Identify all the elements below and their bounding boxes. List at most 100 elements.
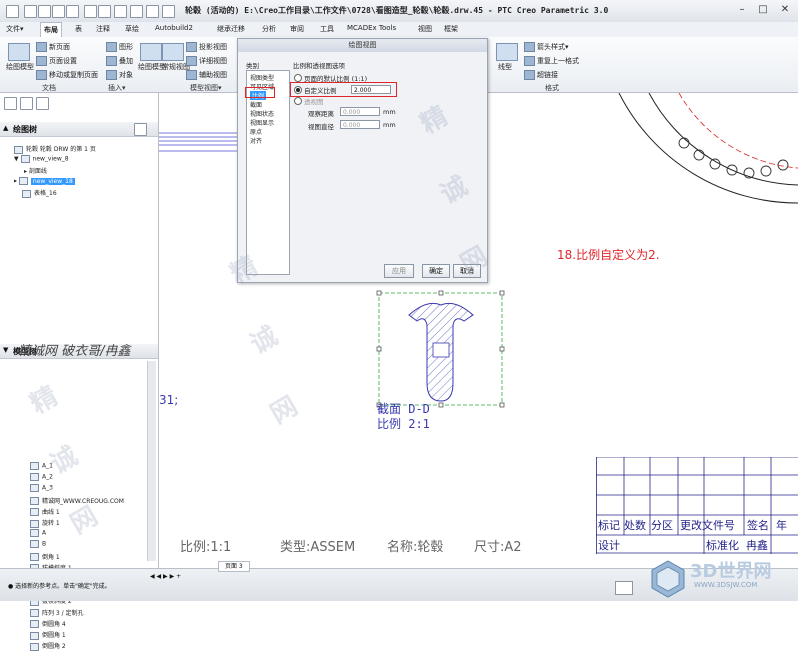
hyperlink-button[interactable]: 超链接 [524, 70, 558, 80]
model-tree-item-label: 曲线 1 [42, 508, 60, 516]
format-group-label: 格式 [545, 84, 559, 92]
auxiliary-view-button[interactable]: 辅助视图 [186, 70, 227, 80]
page-setup-button[interactable]: 页面设置 [36, 56, 77, 66]
object-label: 对象 [119, 71, 133, 79]
print-icon[interactable] [66, 5, 79, 18]
line-style-button[interactable]: 线型 [498, 62, 512, 72]
model-tree-item[interactable]: A [30, 529, 46, 538]
category-alignment[interactable]: 对齐 [250, 136, 262, 145]
regenerate-icon[interactable] [114, 5, 127, 18]
category-view-state[interactable]: 视图状态 [250, 109, 274, 118]
save-icon[interactable] [52, 5, 65, 18]
tab-layout[interactable]: 布局 [40, 22, 62, 37]
tree-settings-icon[interactable] [134, 123, 147, 136]
view-diameter-input[interactable]: 0.000 [340, 120, 380, 129]
ok-button[interactable]: 确定 [422, 264, 450, 278]
object-button[interactable]: 对象 [106, 70, 133, 80]
feature-icon [30, 519, 39, 528]
redo-icon[interactable] [98, 5, 111, 18]
graphics-button[interactable]: 图形 [106, 42, 133, 52]
undo-icon[interactable] [84, 5, 97, 18]
model-tree-item[interactable]: A_3 [30, 484, 53, 493]
new-file-icon[interactable] [24, 5, 37, 18]
category-view-display[interactable]: 视图显示 [250, 118, 274, 127]
wheel-holes [678, 137, 789, 179]
line-style-icon[interactable] [496, 43, 518, 61]
close-button[interactable]: ✕ [775, 3, 795, 17]
tab-table[interactable]: 表 [75, 24, 82, 34]
close-window-icon[interactable] [162, 5, 175, 18]
model-tree-item[interactable]: 倒圆角 4 [30, 619, 66, 629]
new-page-button[interactable]: 新页面 [36, 42, 70, 52]
category-section[interactable]: 截面 [250, 100, 262, 109]
folder-browser-tab-icon[interactable] [36, 97, 49, 110]
model-tree-item[interactable]: 倒圆角 1 [30, 630, 66, 640]
page-setup-icon [36, 56, 47, 66]
projection-view-button[interactable]: 投影视图 [186, 42, 227, 52]
model-tree-item[interactable]: 阵列 3 / 定制孔 [30, 608, 84, 618]
repeat-format-button[interactable]: 重复上一格式 [524, 56, 579, 66]
category-origin[interactable]: 原点 [250, 127, 262, 136]
tab-tools[interactable]: 工具 [320, 24, 334, 34]
model-tree-item[interactable]: B [30, 540, 46, 549]
model-tree-item[interactable]: 倒角 1 [30, 552, 60, 562]
page-tab[interactable]: 页面 3 [218, 561, 250, 572]
brand-url: WWW.3DSJW.COM [694, 581, 758, 589]
tree-item-hatch[interactable]: ▸ 剖面线 [24, 166, 47, 175]
window-icon[interactable] [130, 5, 143, 18]
tab-review[interactable]: 审阅 [290, 24, 304, 34]
tree-item-table[interactable]: 表格_16 [22, 188, 57, 198]
model-tree-item[interactable]: A_2 [30, 473, 53, 482]
drawing-tree-tab-icon[interactable] [4, 97, 17, 110]
tab-view[interactable]: 视图 [418, 24, 432, 34]
title-bar: 轮毂 (活动的) E:\Creo工作目录\工作文件\0728\看图造型_轮毂\轮… [0, 0, 798, 23]
tab-mcadex-tools[interactable]: MCADEx Tools [347, 24, 396, 32]
viewing-distance-input[interactable]: 0.000 [340, 107, 380, 116]
brand-cube-icon [651, 560, 685, 598]
tab-framework[interactable]: 框架 [444, 24, 458, 34]
detail-view-button[interactable]: 详细视图 [186, 56, 227, 66]
repeat-format-icon [524, 56, 535, 66]
tree-item-view-8[interactable]: ▼ new_view_8 [14, 155, 69, 163]
move-copy-page-button[interactable]: 移动或复制页面 [36, 70, 98, 80]
tab-sketch[interactable]: 草绘 [125, 24, 139, 34]
tree-item-sheet[interactable]: 轮毂 轮毂 DRW 的第 1 页 [14, 144, 96, 154]
section-cutout [432, 342, 450, 358]
model-tree-item[interactable]: A_1 [30, 462, 53, 470]
brand-logo-icon [648, 559, 688, 599]
minimize-button[interactable]: – [732, 3, 752, 17]
drawing-model-view-icon[interactable] [140, 43, 162, 61]
layer-tree-tab-icon[interactable] [20, 97, 33, 110]
overlay-button[interactable]: 叠加 [106, 56, 133, 66]
open-file-icon[interactable] [38, 5, 51, 18]
model-tree-item[interactable]: 旋转 1 [30, 518, 60, 528]
collapse-icon[interactable]: ▲ [3, 124, 8, 132]
category-view-type[interactable]: 视图类型 [250, 73, 274, 82]
viewing-distance-unit: mm [383, 108, 396, 116]
settings-icon[interactable] [146, 5, 159, 18]
drawing-model-large-icon[interactable] [8, 43, 30, 61]
radio-default-scale[interactable] [294, 74, 302, 82]
arrow-style-button[interactable]: 箭头样式▾ [524, 42, 569, 52]
model-tree-item[interactable]: 倒圆角 2 [30, 641, 66, 651]
maximize-button[interactable]: □ [753, 3, 773, 17]
apply-button[interactable]: 应用 [384, 264, 414, 278]
projection-view-icon [186, 42, 197, 52]
model-tree-scrollbar[interactable] [147, 361, 156, 561]
model-tree-item[interactable]: 曲线 1 [30, 507, 60, 517]
tab-autobuild2[interactable]: Autobuild2 [155, 24, 193, 32]
tab-annotate[interactable]: 注释 [96, 24, 110, 34]
page-nav[interactable]: ◀ ◀ ▶ ▶ + [150, 573, 181, 580]
tab-analysis[interactable]: 分析 [262, 24, 276, 34]
tree-item-view-18[interactable]: ▸ new_view_18 [14, 177, 75, 185]
drawing-model-button[interactable]: 绘图模型 [6, 62, 34, 72]
tab-migration[interactable]: 继承迁移 [217, 24, 245, 34]
tab-file[interactable]: 文件▾ [6, 24, 24, 34]
tree-item-hatch-label: 剖面线 [28, 168, 47, 175]
radio-perspective[interactable] [294, 97, 302, 105]
status-action-icon[interactable] [615, 581, 633, 595]
collapse-icon[interactable]: ▼ [3, 346, 8, 354]
general-view-icon[interactable] [162, 43, 184, 61]
graphics-icon [106, 42, 117, 52]
view-icon [20, 155, 30, 163]
